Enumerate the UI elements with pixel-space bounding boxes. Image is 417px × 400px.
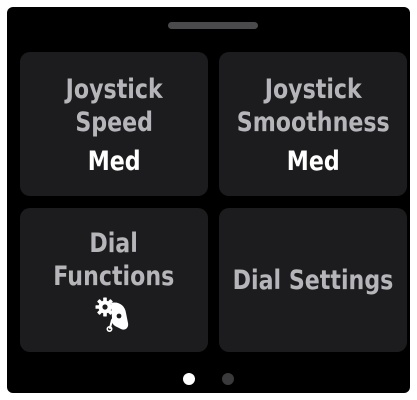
joystick-smoothness-tile[interactable]: Joystick Smoothness Med bbox=[219, 52, 407, 196]
dial-functions-tile[interactable]: Dial Functions bbox=[20, 208, 208, 352]
joystick-smoothness-label-line1: Joystick bbox=[264, 73, 362, 105]
joystick-speed-tile[interactable]: Joystick Speed Med bbox=[20, 52, 208, 196]
drag-handle[interactable] bbox=[168, 22, 258, 29]
joystick-smoothness-label-line2: Smoothness bbox=[236, 106, 390, 138]
joystick-speed-label-line2: Speed bbox=[75, 106, 153, 138]
page-indicator bbox=[7, 373, 410, 385]
dial-settings-label: Dial Settings bbox=[232, 264, 394, 296]
page-dot-1[interactable] bbox=[183, 373, 195, 385]
page-dot-2[interactable] bbox=[222, 373, 234, 385]
dial-settings-tile[interactable]: Dial Settings bbox=[219, 208, 407, 352]
dial-functions-label-line1: Dial bbox=[89, 228, 139, 259]
joystick-smoothness-value: Med bbox=[286, 145, 340, 177]
dial-gear-icon bbox=[94, 297, 134, 333]
joystick-smoothness-content: Joystick Smoothness Med bbox=[220, 73, 406, 178]
dial-functions-label-line2: Functions bbox=[53, 261, 175, 292]
joystick-speed-label-line1: Joystick bbox=[65, 73, 163, 105]
joystick-speed-content: Joystick Speed Med bbox=[55, 73, 173, 178]
settings-screen: Joystick Speed Med Joystick Smoothness M… bbox=[7, 7, 410, 393]
joystick-speed-value: Med bbox=[87, 145, 141, 177]
